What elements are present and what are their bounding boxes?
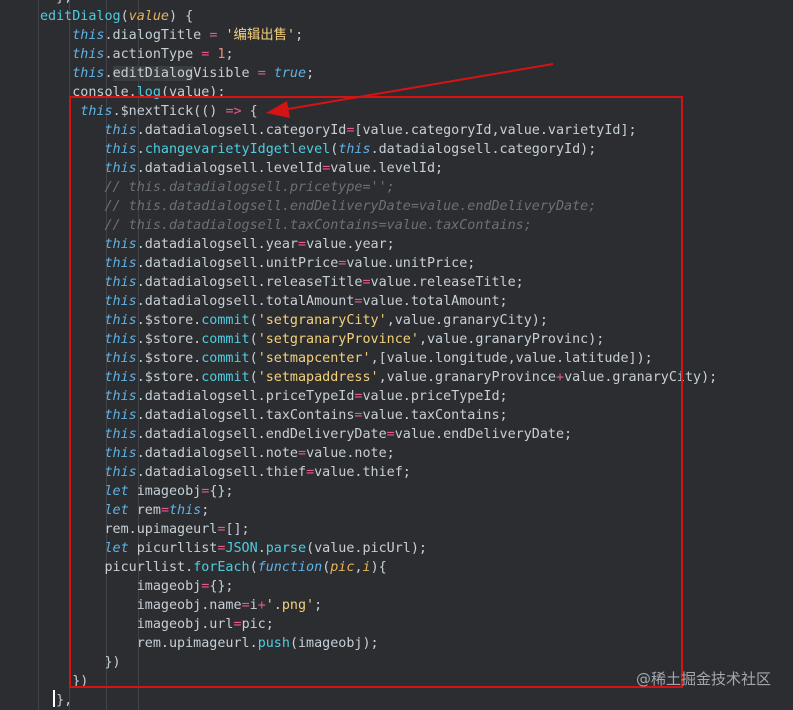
text-cursor xyxy=(53,690,55,707)
watermark: @稀土掘金技术社区 xyxy=(635,670,771,688)
annotation-arrow xyxy=(266,63,554,118)
